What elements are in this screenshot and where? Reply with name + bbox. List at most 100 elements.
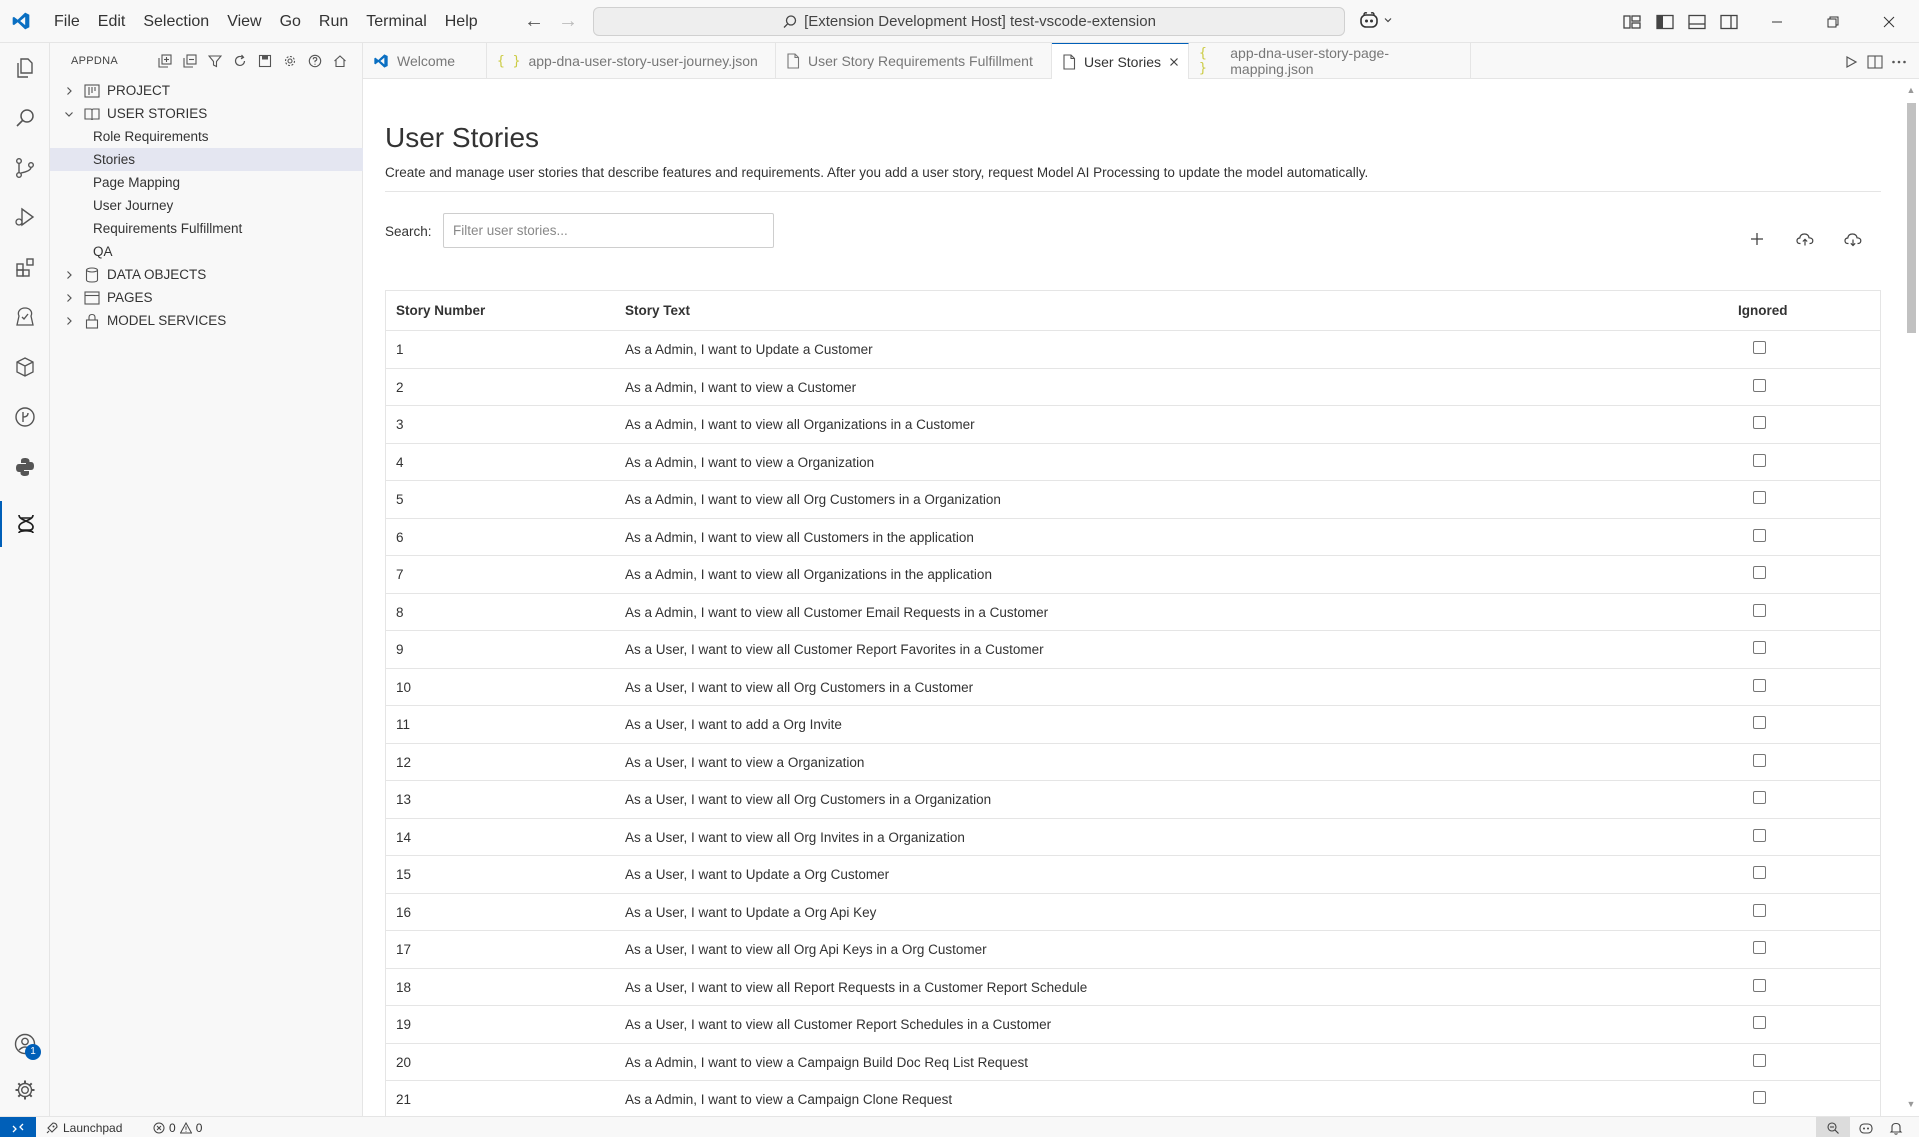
table-row[interactable]: 15 As a User, I want to Update a Org Cust… — [386, 856, 1880, 894]
menu-view[interactable]: View — [218, 0, 270, 43]
tree-item-model-services[interactable]: MODEL SERVICES — [50, 309, 363, 332]
back-arrow-icon[interactable]: ← — [517, 10, 551, 33]
column-header-ignored[interactable]: Ignored — [1738, 303, 1788, 318]
story-text-cell[interactable]: As a Admin, I want to view a Campaign Cl… — [625, 1092, 952, 1107]
column-header-story-number[interactable]: Story Number — [396, 303, 485, 318]
ignored-checkbox[interactable] — [1753, 641, 1766, 654]
launchpad-item[interactable]: Launchpad — [45, 1117, 122, 1137]
story-text-cell[interactable]: As a User, I want to view all Customer R… — [625, 1017, 1051, 1032]
tab-user-journey-json[interactable]: { } app-dna-user-story-user-journey.json — [487, 43, 776, 79]
story-text-cell[interactable]: As a User, I want to Update a Org Api Ke… — [625, 905, 876, 920]
explorer-icon[interactable] — [0, 45, 50, 91]
close-window-icon[interactable] — [1866, 0, 1912, 43]
testing-icon[interactable] — [0, 294, 50, 340]
table-row[interactable]: 9 As a User, I want to view all Customer … — [386, 631, 1880, 669]
source-control-icon[interactable] — [0, 145, 50, 191]
menu-selection[interactable]: Selection — [134, 0, 218, 43]
tree-item-project[interactable]: PROJECT — [50, 79, 363, 102]
ignored-checkbox[interactable] — [1753, 828, 1766, 842]
table-row[interactable]: 12 As a User, I want to view a Organizati… — [386, 744, 1880, 781]
filter-icon[interactable] — [206, 52, 224, 70]
tab-user-stories[interactable]: User Stories — [1052, 43, 1189, 80]
scroll-thumb[interactable] — [1907, 103, 1916, 333]
menu-file[interactable]: File — [45, 0, 89, 43]
refresh-icon[interactable] — [231, 52, 249, 70]
tree-item-pages[interactable]: PAGES — [50, 286, 363, 309]
notifications-bell-icon[interactable] — [1889, 1117, 1903, 1137]
story-text-cell[interactable]: As a User, I want to add a Org Invite — [625, 717, 842, 732]
zoom-icon[interactable] — [1816, 1117, 1850, 1137]
search-input[interactable] — [443, 213, 774, 248]
tab-page-mapping-json[interactable]: { } app-dna-user-story-page-mapping.json — [1189, 43, 1471, 79]
menu-run[interactable]: Run — [310, 0, 357, 43]
tree-item-page-mapping[interactable]: Page Mapping — [50, 171, 363, 194]
customize-layout-icon[interactable] — [1621, 11, 1643, 33]
appdna-icon[interactable] — [0, 501, 50, 547]
python-icon[interactable] — [0, 444, 50, 490]
table-row[interactable]: 18 As a User, I want to view all Report R… — [386, 969, 1880, 1006]
run-debug-icon[interactable] — [0, 194, 50, 240]
table-row[interactable]: 1 As a Admin, I want to Update a Customer — [386, 331, 1880, 369]
story-text-cell[interactable]: As a User, I want to view all Customer R… — [625, 642, 1044, 657]
story-text-cell[interactable]: As a User, I want to view all Org Invite… — [625, 830, 965, 845]
collapse-all-icon[interactable] — [181, 52, 199, 70]
split-editor-icon[interactable] — [1865, 52, 1885, 72]
story-text-cell[interactable]: As a User, I want to view all Report Req… — [625, 980, 1087, 995]
story-text-cell[interactable]: As a Admin, I want to view a Campaign Bu… — [625, 1055, 1028, 1070]
table-row[interactable]: 19 As a User, I want to view all Customer… — [386, 1006, 1880, 1044]
toggle-panel-icon[interactable] — [1686, 11, 1708, 33]
ignored-checkbox[interactable] — [1753, 1053, 1766, 1067]
story-text-cell[interactable]: As a User, I want to view all Org Custom… — [625, 792, 991, 807]
menu-go[interactable]: Go — [271, 0, 310, 43]
more-actions-icon[interactable] — [1889, 52, 1909, 72]
ignored-checkbox[interactable] — [1753, 753, 1766, 767]
table-row[interactable]: 3 As a Admin, I want to view all Organiza… — [386, 406, 1880, 444]
table-row[interactable]: 5 As a Admin, I want to view all Org Cust… — [386, 481, 1880, 519]
problems-item[interactable]: 0 0 — [153, 1117, 202, 1137]
table-row[interactable]: 20 As a Admin, I want to view a Campaign … — [386, 1044, 1880, 1081]
table-row[interactable]: 11 As a User, I want to add a Org Invite — [386, 706, 1880, 744]
search-view-icon[interactable] — [0, 95, 50, 141]
table-row[interactable]: 13 As a User, I want to view all Org Cust… — [386, 781, 1880, 819]
story-text-cell[interactable]: As a Admin, I want to Update a Customer — [625, 342, 873, 357]
ignored-checkbox[interactable] — [1753, 453, 1766, 467]
ignored-checkbox[interactable] — [1753, 978, 1766, 992]
table-row[interactable]: 17 As a User, I want to view all Org Api … — [386, 931, 1880, 969]
help-icon[interactable] — [306, 52, 324, 70]
expand-all-icon[interactable] — [156, 52, 174, 70]
ignored-checkbox[interactable] — [1753, 1091, 1766, 1104]
editor-scrollbar[interactable]: ▲ ▼ — [1903, 79, 1919, 1116]
save-icon[interactable] — [256, 52, 274, 70]
table-row[interactable]: 21 As a Admin, I want to view a Campaign … — [386, 1081, 1880, 1116]
copilot-button[interactable] — [1358, 10, 1393, 30]
table-row[interactable]: 2 As a Admin, I want to view a Customer — [386, 369, 1880, 406]
tree-item-data-objects[interactable]: DATA OBJECTS — [50, 263, 363, 286]
tab-requirements-fulfillment[interactable]: User Story Requirements Fulfillment — [776, 43, 1052, 79]
menu-terminal[interactable]: Terminal — [357, 0, 435, 43]
toggle-secondary-sidebar-icon[interactable] — [1718, 11, 1740, 33]
tree-item-user-journey[interactable]: User Journey — [50, 194, 363, 217]
tree-item-role-requirements[interactable]: Role Requirements — [50, 125, 363, 148]
ignored-checkbox[interactable] — [1753, 378, 1766, 392]
story-text-cell[interactable]: As a User, I want to view all Org Api Ke… — [625, 942, 987, 957]
accounts-icon[interactable]: 1 — [0, 1021, 50, 1067]
scroll-up-icon[interactable]: ▲ — [1906, 85, 1916, 95]
restore-icon[interactable] — [1810, 0, 1856, 43]
close-icon[interactable] — [1166, 54, 1182, 70]
run-icon[interactable] — [1841, 52, 1861, 72]
table-row[interactable]: 7 As a Admin, I want to view all Organiza… — [386, 556, 1880, 594]
tab-welcome[interactable]: Welcome — [363, 43, 487, 79]
menu-edit[interactable]: Edit — [89, 0, 135, 43]
table-row[interactable]: 4 As a Admin, I want to view a Organizati… — [386, 444, 1880, 481]
story-text-cell[interactable]: As a Admin, I want to view all Customer … — [625, 605, 1048, 620]
add-icon[interactable] — [1745, 227, 1769, 251]
menu-help[interactable]: Help — [436, 0, 487, 43]
table-row[interactable]: 10 As a User, I want to view all Org Cust… — [386, 669, 1880, 706]
story-text-cell[interactable]: As a Admin, I want to view all Org Custo… — [625, 492, 1001, 507]
tree-item-stories[interactable]: Stories — [50, 148, 363, 171]
toggle-primary-sidebar-icon[interactable] — [1654, 11, 1676, 33]
scroll-down-icon[interactable]: ▼ — [1906, 1099, 1916, 1109]
ignored-checkbox[interactable] — [1753, 341, 1766, 354]
tree-item-qa[interactable]: QA — [50, 240, 363, 263]
tree-item-user-stories[interactable]: USER STORIES — [50, 102, 363, 125]
